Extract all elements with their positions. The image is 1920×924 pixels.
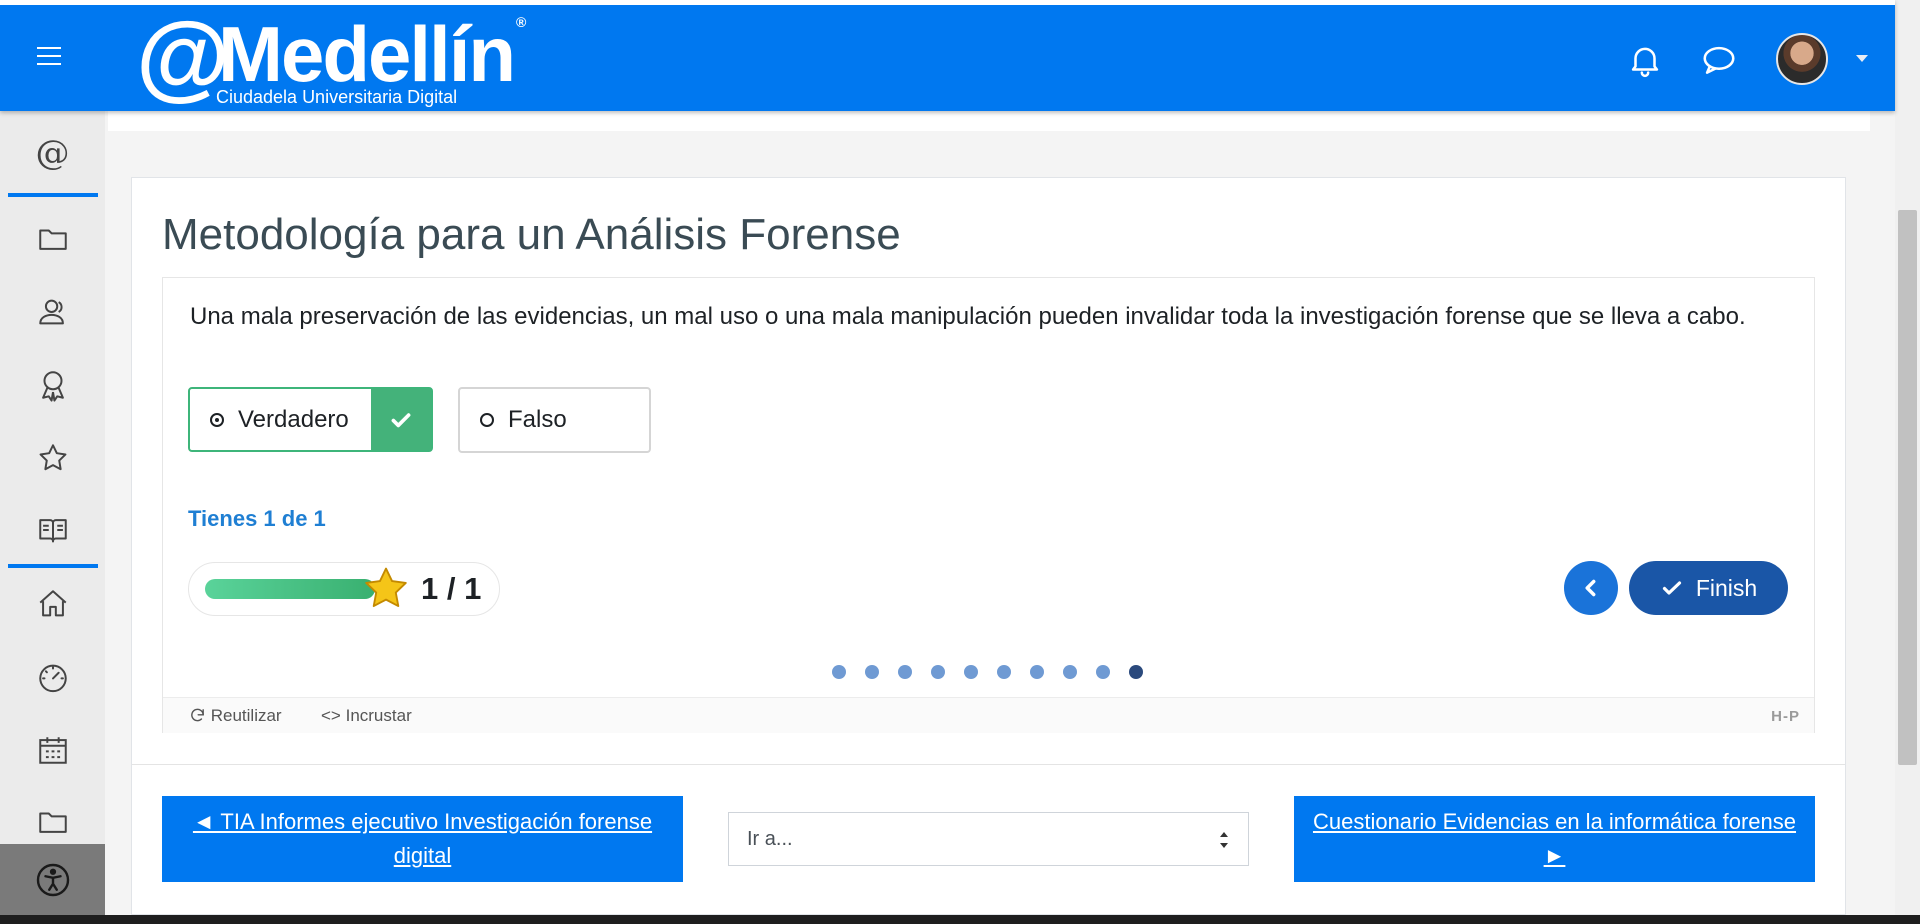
sidebar-item-participants[interactable] <box>0 276 105 348</box>
slide-dot[interactable] <box>931 665 945 679</box>
menu-icon[interactable] <box>37 47 61 67</box>
question-text: Una mala preservación de las evidencias,… <box>190 303 1746 330</box>
slide-dot[interactable] <box>1096 665 1110 679</box>
calendar-icon <box>38 737 67 764</box>
logo-wordmark: Medellín ® <box>218 10 526 98</box>
previous-activity-link[interactable]: ◄ TIA Informes ejecutivo Investigación f… <box>162 796 683 882</box>
bell-icon[interactable] <box>1626 41 1664 79</box>
progress-fill <box>205 579 375 599</box>
progress-count: 1 / 1 <box>421 571 482 606</box>
window-bottom-edge <box>0 915 1920 924</box>
user-avatar[interactable] <box>1776 33 1828 85</box>
book-icon <box>38 519 67 543</box>
previous-button[interactable] <box>1564 561 1618 615</box>
at-icon: @ <box>35 133 70 173</box>
sidebar-item-home-at[interactable]: @ <box>0 117 105 189</box>
score-progress-bar: 1 / 1 <box>188 562 500 616</box>
dashboard-icon <box>38 664 67 693</box>
finish-button[interactable]: Finish <box>1629 561 1788 615</box>
sidebar-item-badges[interactable] <box>0 349 105 421</box>
accessibility-button[interactable] <box>0 844 105 915</box>
chevron-down-icon[interactable] <box>1856 55 1868 62</box>
slide-navigation-dots <box>832 665 1143 679</box>
sidebar-item-calendar[interactable] <box>0 714 105 786</box>
option-verdadero[interactable]: Verdadero <box>188 387 433 452</box>
code-icon: <> <box>321 706 341 725</box>
slide-dot[interactable] <box>1129 665 1143 679</box>
progress-track <box>205 579 375 599</box>
home-icon <box>39 590 66 617</box>
select-arrows-icon <box>1220 832 1228 848</box>
content-top-strip <box>108 111 1870 131</box>
slide-dot[interactable] <box>964 665 978 679</box>
option-label: Verdadero <box>238 406 349 433</box>
check-icon <box>1662 581 1681 595</box>
star-icon <box>365 567 407 608</box>
jump-to-select[interactable]: Ir a... <box>728 812 1249 866</box>
sidebar-item-dashboard[interactable] <box>0 641 105 713</box>
slide-dot[interactable] <box>865 665 879 679</box>
slide-dot[interactable] <box>997 665 1011 679</box>
sidebar-item-grades[interactable] <box>0 494 105 566</box>
user-icon <box>38 299 64 325</box>
h5p-logo[interactable]: H-P <box>1771 708 1800 725</box>
refresh-icon <box>191 708 204 722</box>
sidebar-divider <box>8 193 98 197</box>
radio-selected-icon <box>210 413 224 427</box>
slide-dot[interactable] <box>832 665 846 679</box>
h5p-footer: Reutilizar <> Incrustar H-P <box>163 697 1814 733</box>
top-navbar: @ Medellín ® Ciudadela Universitaria Digi… <box>0 0 1895 111</box>
left-sidebar: @ <box>0 111 105 915</box>
logo-subtitle: Ciudadela Universitaria Digital <box>216 87 458 107</box>
sidebar-item-files[interactable] <box>0 203 105 275</box>
accessibility-icon <box>36 863 69 896</box>
sidebar-item-home[interactable] <box>0 568 105 640</box>
finish-label: Finish <box>1695 574 1758 601</box>
chat-icon[interactable] <box>1700 41 1738 79</box>
radio-empty-icon <box>480 413 494 427</box>
score-feedback: Tienes 1 de 1 <box>188 506 326 531</box>
next-activity-link[interactable]: Cuestionario Evidencias en la informátic… <box>1294 796 1815 882</box>
section-divider <box>132 764 1845 765</box>
sidebar-item-favorites[interactable] <box>0 422 105 494</box>
site-logo[interactable]: @ Medellín ® Ciudadela Universitaria Digi… <box>136 9 536 110</box>
logo-at-mark: @ <box>136 3 230 110</box>
jump-to-value: Ir a... <box>747 828 793 850</box>
scrollbar-thumb[interactable] <box>1898 210 1917 765</box>
slide-dot[interactable] <box>1063 665 1077 679</box>
slide-dot[interactable] <box>898 665 912 679</box>
embed-link[interactable]: <> Incrustar <box>321 706 412 726</box>
option-label: Falso <box>508 406 567 433</box>
correct-check-icon <box>371 389 431 450</box>
reuse-link[interactable]: Reutilizar <box>189 706 282 726</box>
page-title: Metodología para un Análisis Forense <box>162 210 901 259</box>
star-icon <box>39 444 66 471</box>
award-icon <box>41 371 64 402</box>
page-scrollbar[interactable] <box>1895 0 1920 924</box>
folder-icon <box>38 229 67 250</box>
slide-dot[interactable] <box>1030 665 1044 679</box>
option-falso[interactable]: Falso <box>458 387 651 453</box>
folder-icon <box>38 812 67 833</box>
chevron-left-icon <box>1585 579 1596 597</box>
